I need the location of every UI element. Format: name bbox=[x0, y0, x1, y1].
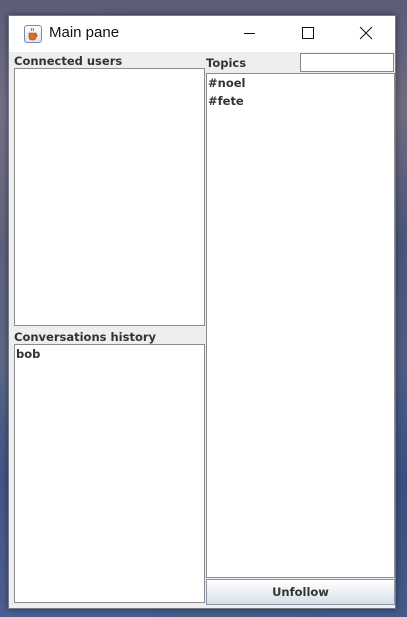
topics-list[interactable]: #noel #fete bbox=[206, 73, 395, 578]
topics-label: Topics bbox=[206, 56, 247, 70]
conversations-history-list[interactable]: bob bbox=[14, 344, 205, 603]
window-title: Main pane bbox=[49, 24, 120, 41]
unfollow-button[interactable]: Unfollow bbox=[206, 579, 395, 605]
minimize-icon bbox=[244, 33, 255, 34]
close-button[interactable] bbox=[337, 16, 395, 50]
connected-users-label: Connected users bbox=[14, 54, 123, 68]
main-window: Main pane Connected users Conversations … bbox=[8, 15, 396, 609]
maximize-button[interactable] bbox=[279, 16, 337, 50]
content-area: Connected users Conversations history bo… bbox=[9, 52, 395, 608]
minimize-button[interactable] bbox=[221, 16, 279, 50]
conversations-history-label: Conversations history bbox=[14, 330, 157, 344]
maximize-icon bbox=[302, 27, 314, 39]
list-item-conversation-bob[interactable]: bob bbox=[16, 347, 40, 361]
connected-users-list[interactable] bbox=[14, 68, 205, 326]
title-bar[interactable]: Main pane bbox=[9, 16, 395, 52]
topic-search-input[interactable] bbox=[300, 53, 394, 72]
close-icon bbox=[359, 26, 373, 40]
list-item-topic-noel[interactable]: #noel bbox=[208, 76, 245, 90]
list-item-topic-fete[interactable]: #fete bbox=[208, 94, 244, 108]
java-coffee-cup-icon bbox=[24, 25, 42, 43]
